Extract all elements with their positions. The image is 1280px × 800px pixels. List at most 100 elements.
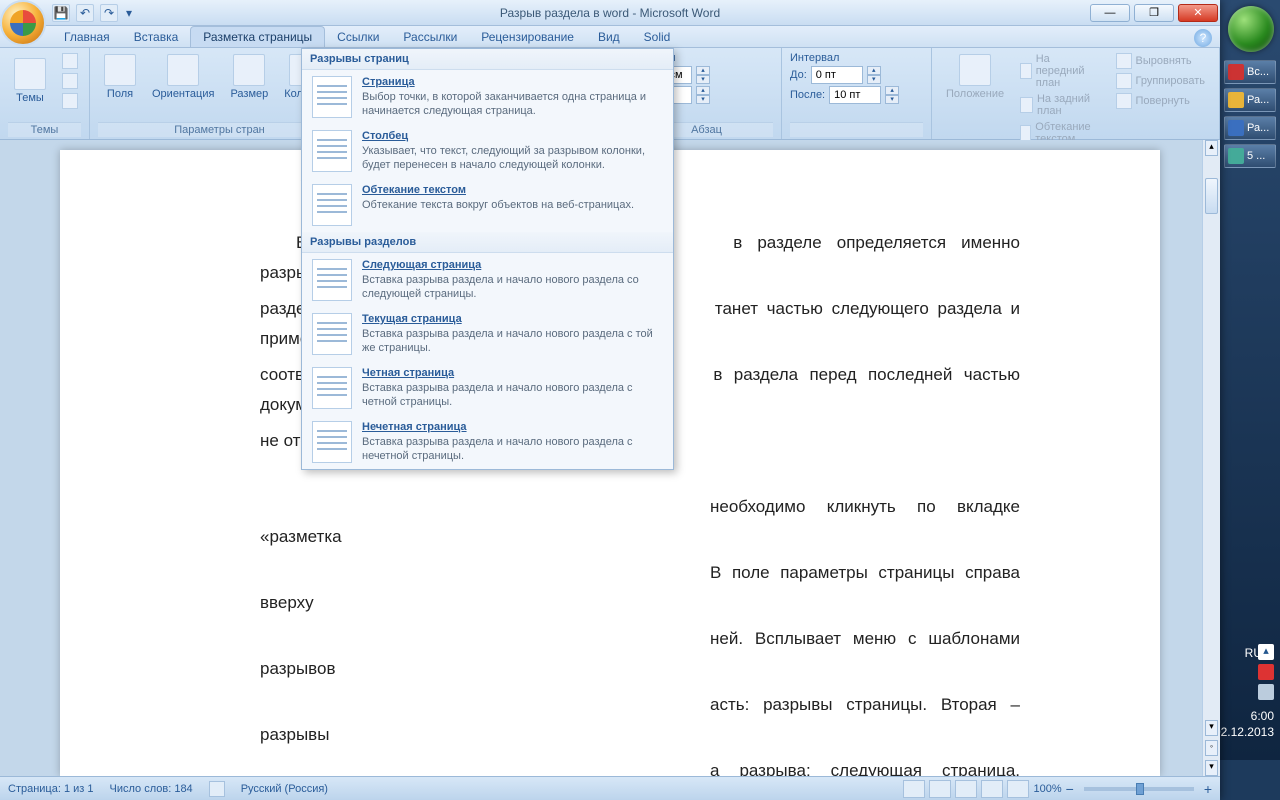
group-button: Группировать — [1110, 72, 1212, 90]
position-icon — [959, 54, 991, 86]
titlebar: 💾 ↶ ↷ ▾ Разрыв раздела в word - Microsof… — [0, 0, 1220, 26]
back-icon — [1020, 97, 1033, 113]
dd-item-even-page[interactable]: Четная страница Вставка разрыва раздела и… — [302, 361, 673, 415]
spacing-before-input[interactable] — [811, 66, 863, 84]
margins-icon — [104, 54, 136, 86]
effects-icon — [62, 93, 78, 109]
dd-item-desc: Вставка разрыва раздела и начало нового … — [362, 381, 663, 409]
theme-colors-button[interactable] — [56, 52, 84, 70]
view-draft[interactable] — [1007, 780, 1029, 798]
size-label: Размер — [230, 88, 268, 100]
dd-item-title: Четная страница — [362, 367, 663, 379]
bring-front-button: На передний план — [1014, 52, 1105, 90]
view-full-screen[interactable] — [929, 780, 951, 798]
dd-item-title: Нечетная страница — [362, 421, 663, 433]
zoom-in-button[interactable]: + — [1204, 781, 1212, 797]
tab-mailings[interactable]: Рассылки — [391, 27, 469, 47]
tab-page-layout[interactable]: Разметка страницы — [190, 26, 325, 47]
doc-text: а разрыва: следующая страница, текущая — [260, 761, 1020, 776]
dd-item-page[interactable]: СтраницаВыбор точки, в которой заканчива… — [302, 70, 673, 124]
dd-item-continuous[interactable]: Текущая страницаВставка разрыва раздела … — [302, 307, 673, 361]
scroll-down-icon[interactable]: ▾ — [1205, 720, 1218, 736]
spacing-title: Интервал — [790, 52, 923, 64]
status-bar: Страница: 1 из 1 Число слов: 184 Русский… — [0, 776, 1220, 800]
dd-item-title: Столбец — [362, 130, 663, 142]
dd-item-title: Обтекание текстом — [362, 184, 634, 196]
office-button[interactable] — [0, 0, 46, 46]
size-button[interactable]: Размер — [224, 52, 274, 102]
zoom-knob[interactable] — [1136, 783, 1144, 795]
help-icon[interactable]: ? — [1194, 29, 1212, 47]
window-title: Разрыв раздела в word - Microsoft Word — [0, 6, 1220, 20]
dd-item-desc: Вставка разрыва раздела и начало нового … — [362, 435, 663, 463]
spacing-before[interactable]: До:▴▾ — [790, 66, 923, 84]
dd-item-title: Следующая страница — [362, 259, 663, 271]
maximize-button[interactable]: ❐ — [1134, 4, 1174, 22]
rotate-label: Повернуть — [1136, 95, 1190, 107]
tray-flag-icon[interactable] — [1258, 664, 1274, 680]
doc-text: ней. Всплывает меню с шаблонами разрывов — [260, 629, 1020, 678]
taskbar-item-3[interactable]: Ра... — [1224, 116, 1276, 140]
align-label: Выровнять — [1136, 55, 1192, 67]
margins-label: Поля — [107, 88, 133, 100]
themes-button[interactable]: Темы — [8, 56, 52, 106]
taskbar-item-2[interactable]: Ра... — [1224, 88, 1276, 112]
vertical-scrollbar[interactable]: ▴ ▾ ◦ ▾ — [1202, 140, 1220, 776]
dd-item-title: Страница — [362, 76, 663, 88]
tab-home[interactable]: Главная — [52, 27, 122, 47]
evenpage-icon — [312, 367, 352, 409]
scroll-thumb[interactable] — [1205, 178, 1218, 214]
theme-effects-button[interactable] — [56, 92, 84, 110]
tray-clock[interactable]: 6:00 02.12.2013 — [1214, 708, 1274, 740]
zoom-slider[interactable] — [1084, 787, 1194, 791]
front-label: На передний план — [1036, 53, 1100, 89]
minimize-button[interactable]: — — [1090, 4, 1130, 22]
tray-time: 6:00 — [1214, 708, 1274, 724]
textwrap-break-icon — [312, 184, 352, 226]
themes-icon — [14, 58, 46, 90]
margins-button[interactable]: Поля — [98, 52, 142, 102]
dd-item-column[interactable]: СтолбецУказывает, что текст, следующий з… — [302, 124, 673, 178]
dd-item-odd-page[interactable]: Нечетная страница Вставка разрыва раздела… — [302, 415, 673, 469]
dd-item-desc: Вставка разрыва раздела и начало нового … — [362, 273, 663, 301]
taskbar-item-4[interactable]: 5 ... — [1224, 144, 1276, 168]
status-words[interactable]: Число слов: 184 — [110, 783, 193, 795]
tab-solid[interactable]: Solid — [632, 27, 683, 47]
taskbar-item-1[interactable]: Вс... — [1224, 60, 1276, 84]
dd-item-desc: Обтекание текста вокруг объектов на веб-… — [362, 198, 634, 212]
spacing-after-label: После: — [790, 89, 825, 101]
view-outline[interactable] — [981, 780, 1003, 798]
doc-text: асть: разрывы страницы. Вторая – разрывы — [260, 695, 1020, 744]
qat-redo-button[interactable]: ↷ — [100, 4, 118, 22]
zoom-level[interactable]: 100% — [1033, 783, 1061, 795]
tray-volume-icon[interactable] — [1258, 684, 1274, 700]
spacing-after-input[interactable] — [829, 86, 881, 104]
start-button[interactable] — [1228, 6, 1274, 52]
status-language[interactable]: Русский (Россия) — [241, 783, 328, 795]
close-button[interactable]: ✕ — [1178, 4, 1218, 22]
oddpage-icon — [312, 421, 352, 463]
tab-view[interactable]: Вид — [586, 27, 632, 47]
send-back-button: На задний план — [1014, 92, 1105, 118]
next-page-icon[interactable]: ▾ — [1205, 760, 1218, 776]
qat-save-button[interactable]: 💾 — [52, 4, 70, 22]
tab-insert[interactable]: Вставка — [122, 27, 191, 47]
prev-page-icon[interactable]: ◦ — [1205, 740, 1218, 756]
view-print-layout[interactable] — [903, 780, 925, 798]
status-spellcheck-icon[interactable] — [209, 781, 225, 797]
tab-review[interactable]: Рецензирование — [469, 27, 586, 47]
scroll-up-icon[interactable]: ▴ — [1205, 140, 1218, 156]
qat-undo-button[interactable]: ↶ — [76, 4, 94, 22]
zoom-out-button[interactable]: − — [1066, 781, 1074, 797]
orientation-button[interactable]: Ориентация — [146, 52, 220, 102]
status-page[interactable]: Страница: 1 из 1 — [8, 783, 94, 795]
view-web-layout[interactable] — [955, 780, 977, 798]
qat-customize-icon[interactable]: ▾ — [124, 4, 134, 22]
dd-item-next-page[interactable]: Следующая страница Вставка разрыва раздел… — [302, 253, 673, 307]
tab-references[interactable]: Ссылки — [325, 27, 391, 47]
word-window: 💾 ↶ ↷ ▾ Разрыв раздела в word - Microsof… — [0, 0, 1220, 800]
dd-item-text-wrap[interactable]: Обтекание текстом Обтекание текста вокруг… — [302, 178, 673, 232]
theme-fonts-button[interactable] — [56, 72, 84, 90]
spacing-after[interactable]: После:▴▾ — [790, 86, 923, 104]
tray-expand-icon[interactable]: ▴ — [1258, 644, 1274, 660]
